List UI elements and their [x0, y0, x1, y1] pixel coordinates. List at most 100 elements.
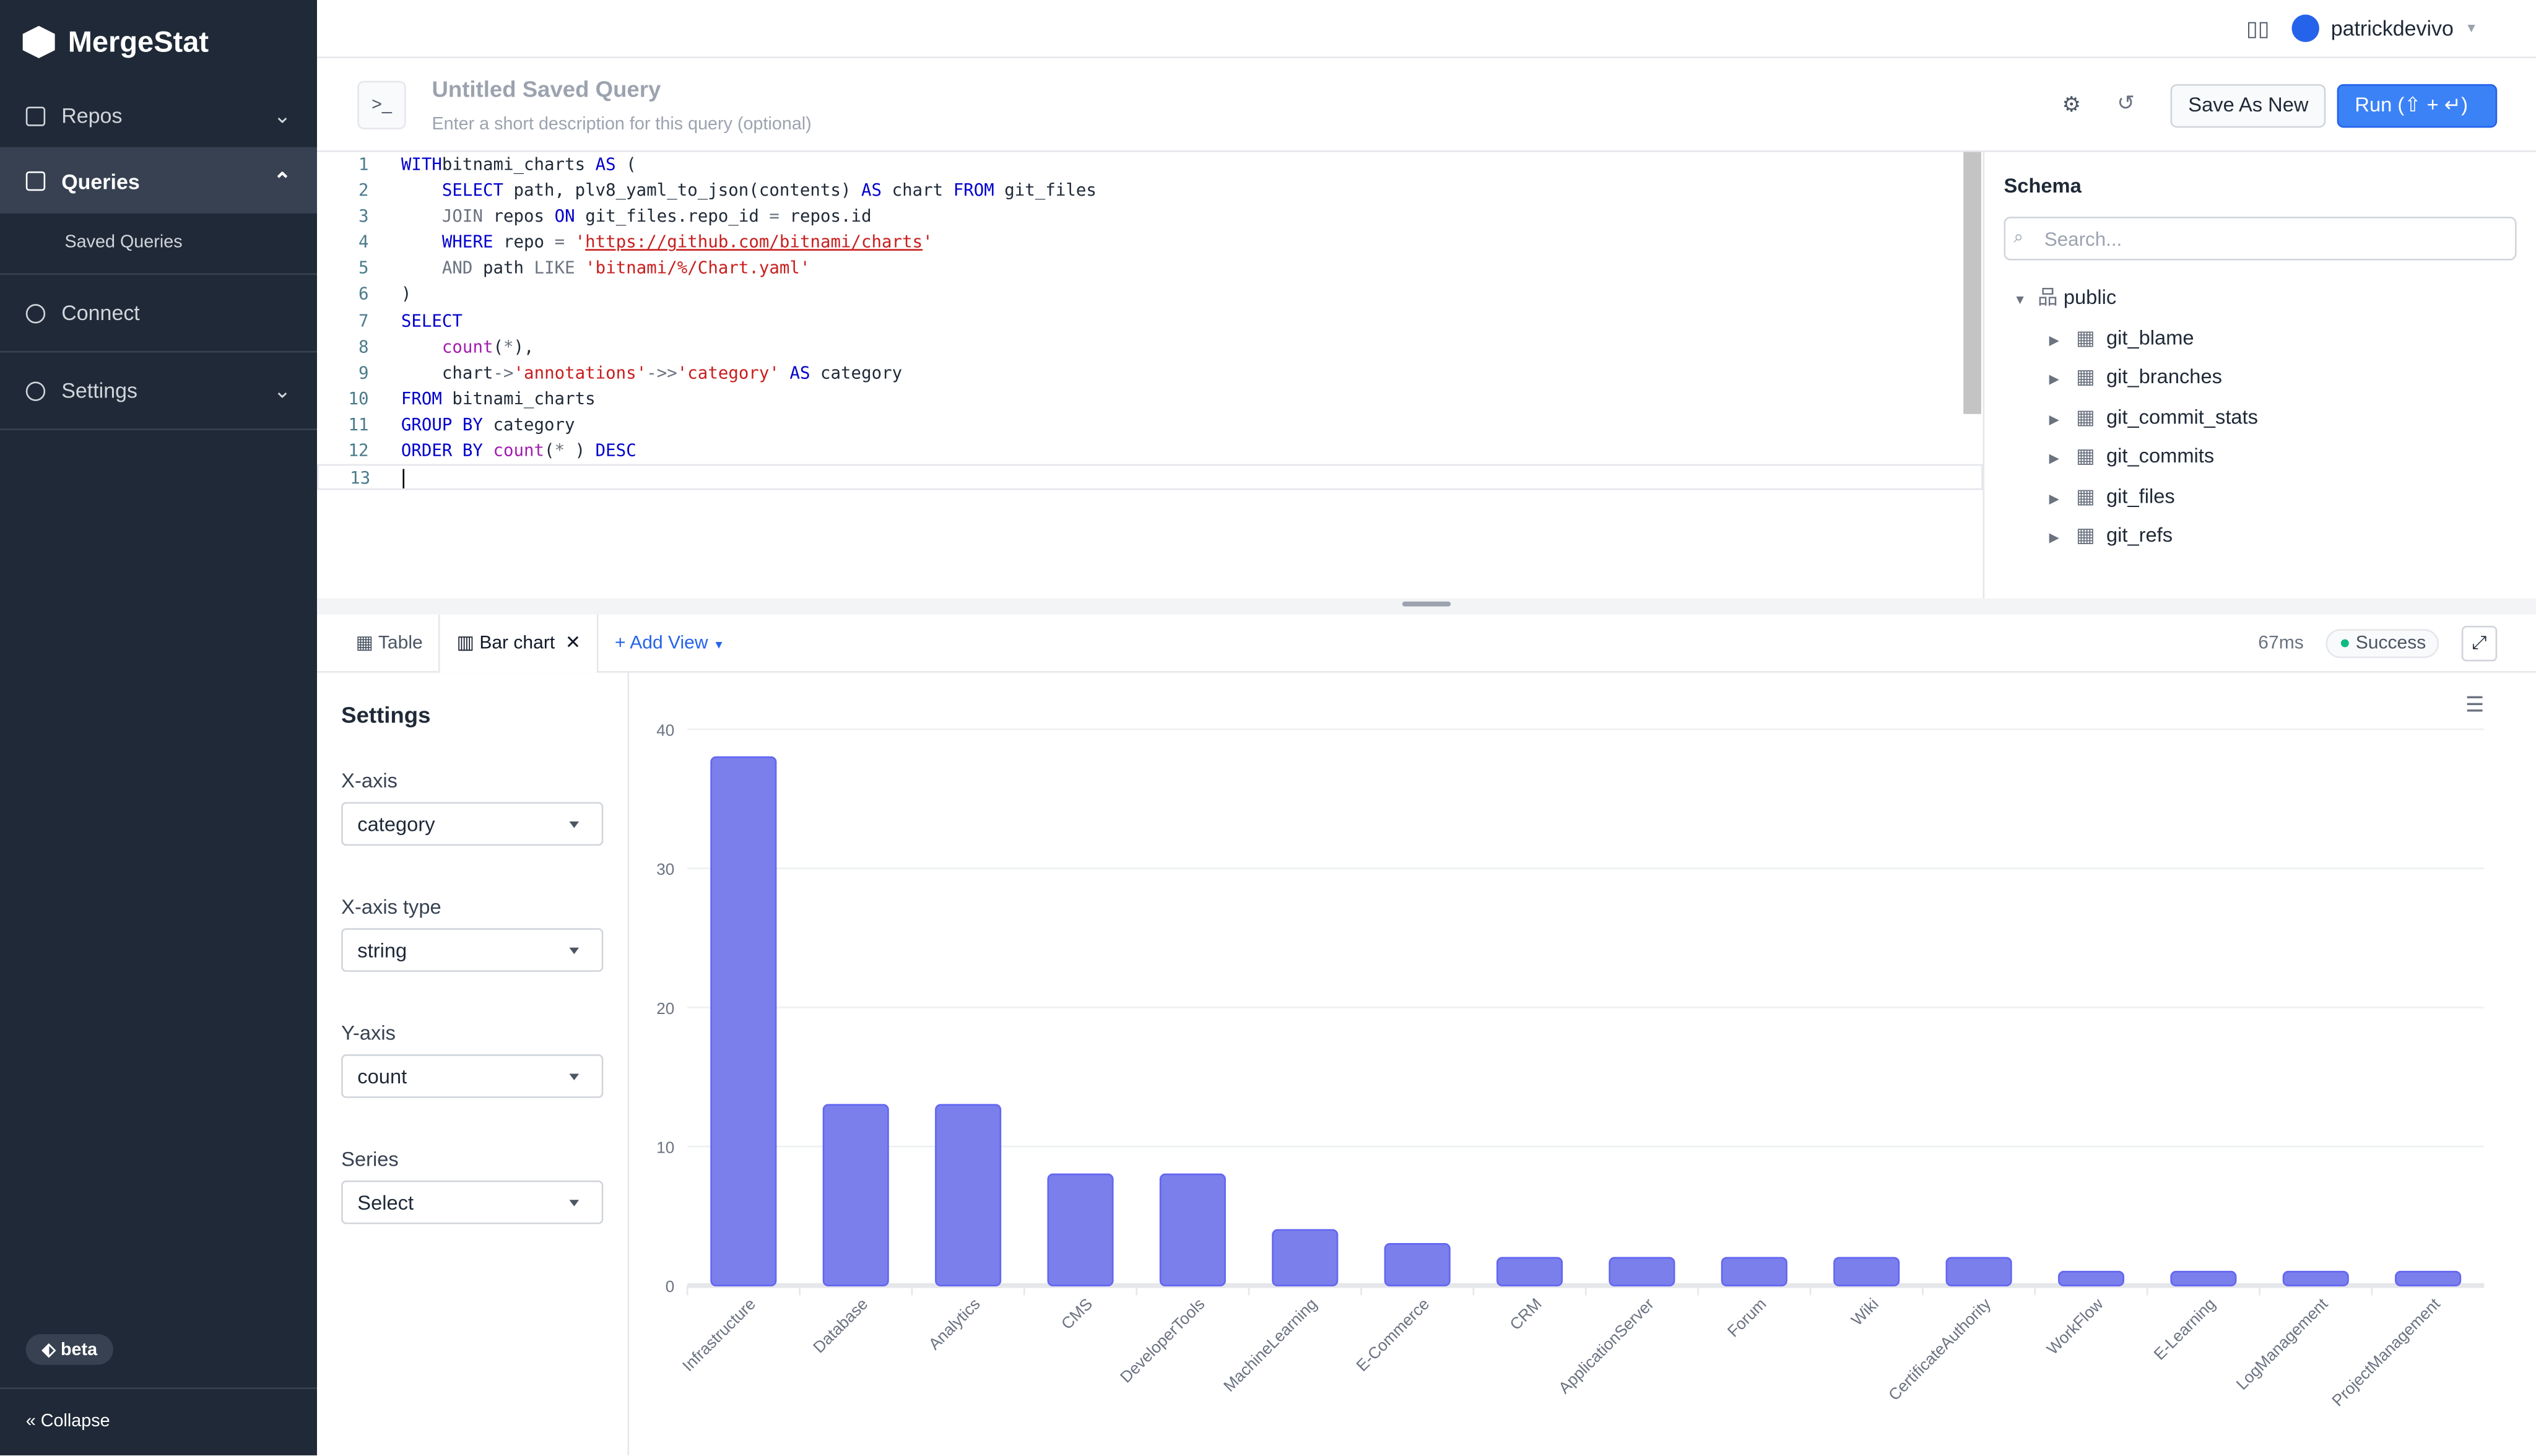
code-line[interactable]: 5 AND path LIKE 'bitnami/%/Chart.yaml' [317, 256, 1983, 282]
code-line[interactable]: 9 chart->'annotations'->>'category' AS c… [317, 360, 1983, 386]
save-as-new-button[interactable]: Save As New [2170, 84, 2327, 128]
sidebar-item-settings[interactable]: Settings ⌄ [0, 352, 317, 430]
x-tick-label: Infrastructure [679, 1294, 759, 1375]
code-line[interactable]: 6) [317, 282, 1983, 308]
code-token: bitnami_charts [441, 389, 596, 409]
code-token: WITH [401, 155, 442, 175]
username: patrickdevivo [2330, 16, 2454, 41]
history-icon[interactable]: ↺ [2117, 90, 2134, 116]
schema-table[interactable]: ▶ ▦ git_branches [2004, 357, 2517, 397]
bar [1272, 1229, 1339, 1287]
x-tick-label: MachineLearning [1220, 1294, 1321, 1395]
results-tabs: ▦ Table ▥ Bar chart ✕ + Add View ▼ 67ms … [316, 613, 2536, 673]
line-number: 8 [358, 337, 369, 357]
x-tick-label: CertificateAuthority [1885, 1294, 1994, 1404]
chevron-up-icon: ⌃ [273, 168, 292, 193]
editor-scrollbar[interactable] [1963, 152, 1981, 414]
x-tick-label: E-Commerce [1352, 1294, 1433, 1375]
beta-label: beta [60, 1340, 98, 1360]
tab-table[interactable]: ▦ Table [340, 613, 439, 672]
line-number: 12 [348, 441, 369, 461]
resize-handle[interactable] [316, 598, 2536, 615]
schema-table[interactable]: ▶ ▦ git_files [2004, 476, 2517, 516]
code-token: = [554, 233, 565, 253]
code-token: FROM [953, 181, 994, 201]
sql-editor[interactable]: 1 WITHbitnami_charts AS (2 SELECT path, p… [316, 152, 1983, 599]
code-text: chart->'annotations'->>'category' AS cat… [369, 360, 902, 386]
expand-icon[interactable]: ⤢ [2461, 625, 2498, 661]
text-cursor [402, 469, 405, 489]
field-select[interactable]: category [341, 802, 604, 846]
code-line[interactable]: 3 JOIN repos ON git_files.repo_id = repo… [317, 204, 1983, 230]
code-line[interactable]: 7 SELECT [317, 308, 1983, 334]
run-button[interactable]: Run (⇧ + ↵) [2337, 84, 2498, 128]
chevrons-left-icon: « [25, 1411, 41, 1431]
tab-bar-chart[interactable]: ▥ Bar chart ✕ [438, 613, 599, 672]
code-token: JOIN [441, 207, 483, 227]
code-token: = [769, 207, 779, 227]
schema-table[interactable]: ▶ ▦ git_blame [2004, 318, 2517, 357]
schema-table[interactable]: ▶ ▦ git_refs [2004, 516, 2517, 555]
tag-icon: ⬖ [41, 1340, 61, 1360]
chart-settings-panel: Settings X-axis category X-axis type string… [317, 672, 630, 1455]
field-select[interactable]: Select [341, 1180, 604, 1224]
code-line[interactable]: 2 SELECT path, plv8_yaml_to_json(content… [317, 178, 1983, 204]
collapse-button[interactable]: « Collapse [0, 1387, 317, 1455]
sidebar-item-label: Connect [61, 300, 140, 326]
x-tick-label: ApplicationServer [1555, 1294, 1657, 1397]
code-token: https://github.com/bitnami/charts [585, 233, 923, 253]
code-token: bitnami_charts [441, 155, 596, 175]
close-icon[interactable]: ✕ [565, 633, 581, 652]
code-line[interactable]: 10 FROM bitnami_charts [317, 386, 1983, 412]
caret-down-icon: ▼ [2013, 292, 2026, 308]
settings-gear-icon[interactable]: ⚙ [2062, 92, 2081, 118]
caret-down-icon: ▼ [713, 639, 725, 651]
settings-title: Settings [341, 701, 431, 728]
code-text [370, 466, 405, 489]
code-token: ), [513, 337, 534, 357]
code-token: LIKE [534, 259, 575, 279]
x-tick-label: CMS [1057, 1294, 1096, 1333]
code-line[interactable]: 11 GROUP BY category [317, 412, 1983, 438]
bar [1496, 1257, 1563, 1287]
y-tick-label: 40 [656, 721, 674, 740]
sidebar-item-repos[interactable]: Repos ⌄ [0, 84, 317, 149]
topbar: ▯▯ patrickdevivo ▼ [316, 0, 2536, 59]
code-line[interactable]: 4 WHERE repo = 'https://github.com/bitna… [317, 230, 1983, 256]
schema-public[interactable]: ▼ 品 public [2004, 278, 2517, 318]
chart-menu-icon[interactable]: ☰ [2465, 692, 2484, 718]
schema-table[interactable]: ▶ ▦ git_commit_stats [2004, 397, 2517, 436]
schema-table[interactable]: ▶ ▦ git_commits [2004, 436, 2517, 476]
y-tick-label: 20 [656, 999, 674, 1018]
code-token: count [441, 337, 493, 357]
code-line[interactable]: 1 WITHbitnami_charts AS ( [317, 152, 1983, 178]
query-title[interactable]: Untitled Saved Query [432, 76, 661, 102]
logo[interactable]: MergeStat [0, 0, 317, 84]
docs-book-icon[interactable]: ▯▯ [2246, 15, 2269, 41]
field-select[interactable]: string [341, 928, 604, 972]
code-line[interactable]: 12 ORDER BY count(* ) DESC [317, 438, 1983, 464]
sidebar-item-queries[interactable]: Queries ⌃ [0, 149, 317, 214]
code-token: category [482, 415, 575, 435]
sidebar-item-connect[interactable]: Connect [0, 275, 317, 353]
query-description-input[interactable]: Enter a short description for this query… [432, 115, 811, 134]
add-view-button[interactable]: + Add View ▼ [599, 613, 740, 672]
sidebar-item-saved-queries[interactable]: Saved Queries [0, 214, 317, 275]
caret-right-icon: ▶ [2049, 411, 2059, 427]
code-token: GROUP BY [401, 415, 483, 435]
user-menu[interactable]: patrickdevivo ▼ [2292, 14, 2478, 42]
field-select[interactable]: count [341, 1054, 604, 1098]
bar [1721, 1257, 1787, 1287]
schema-icon: 品 [2038, 286, 2058, 309]
table-name: git_blame [2106, 326, 2194, 349]
x-tick-label: Forum [1724, 1294, 1770, 1341]
code-text: SELECT [369, 308, 462, 334]
code-line[interactable]: 13 [316, 464, 1983, 491]
bar [1833, 1257, 1900, 1287]
code-line[interactable]: 8 count(*), [317, 334, 1983, 360]
bar [1047, 1173, 1114, 1287]
status-badge: ● Success [2326, 628, 2439, 657]
terminal-icon: >_ [357, 80, 406, 129]
code-text: FROM bitnami_charts [369, 386, 596, 412]
